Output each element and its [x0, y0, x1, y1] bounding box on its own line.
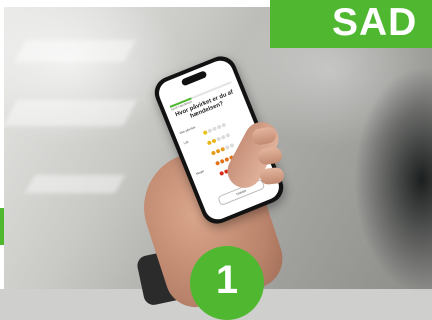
banner-text: SAD	[332, 1, 418, 44]
window-light	[3, 100, 137, 126]
window-light	[25, 175, 125, 193]
step-number: 1	[215, 258, 239, 302]
rating-row-label: Ikke påvirket	[178, 125, 196, 136]
frame-left	[0, 0, 4, 289]
title-banner: SAD	[270, 0, 432, 48]
side-accent-tab	[0, 208, 4, 245]
window-light	[14, 40, 136, 62]
step-number-badge: 1	[190, 246, 264, 320]
person-shadow	[312, 40, 432, 300]
